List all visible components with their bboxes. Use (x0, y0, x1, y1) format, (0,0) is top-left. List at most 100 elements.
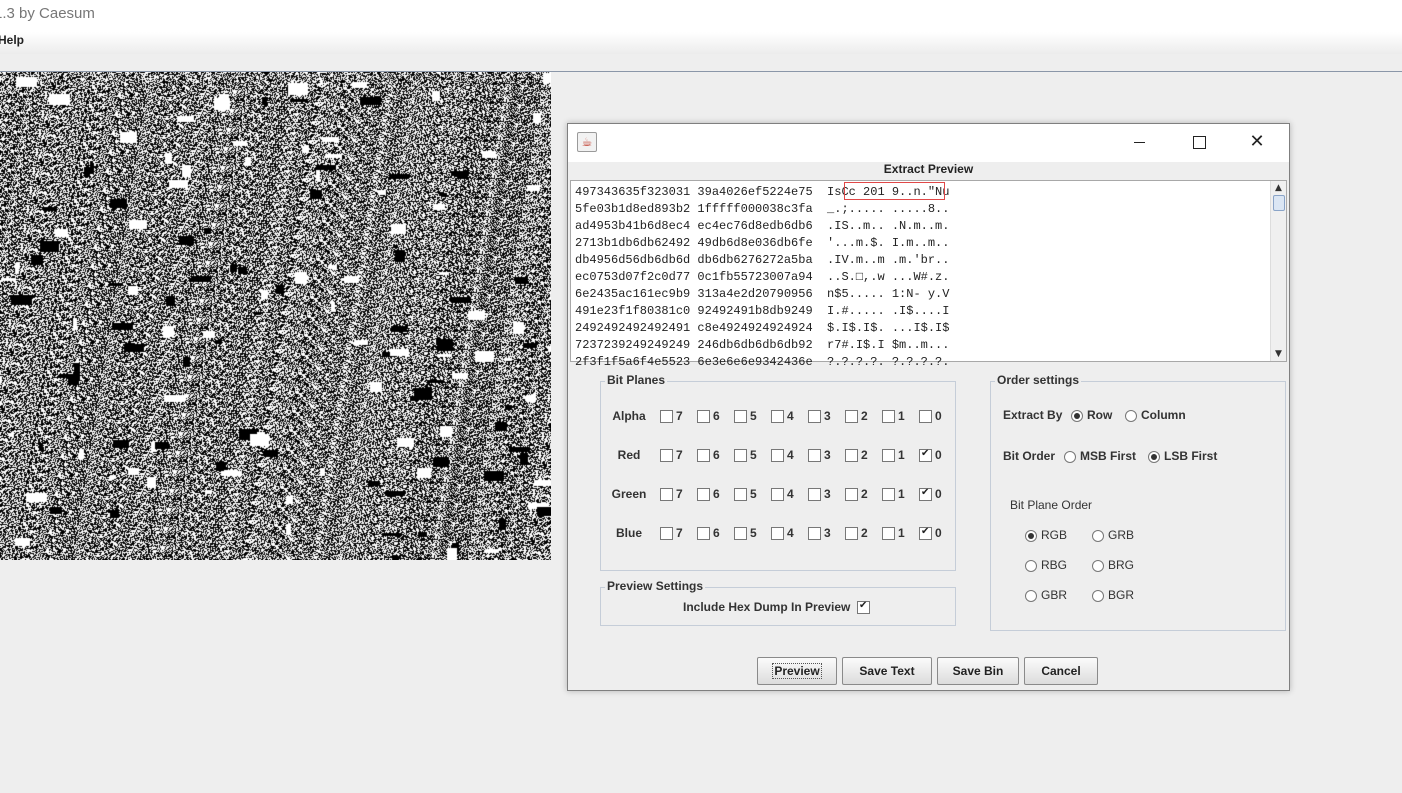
bit-checkbox-blue-1[interactable] (882, 527, 895, 540)
bit-label: 2 (861, 448, 868, 462)
order-settings-group: Order settings Extract By Row Column Bit… (990, 373, 1286, 631)
bit-label: 6 (713, 448, 720, 462)
bit-label: 2 (861, 409, 868, 423)
bit-checkbox-green-3[interactable] (808, 488, 821, 501)
bit-checkbox-blue-7[interactable] (660, 527, 673, 540)
extract-preview-dialog: ☕ ✕ Extract Preview 497343635f323031 39a… (567, 123, 1290, 691)
bit-checkbox-blue-3[interactable] (808, 527, 821, 540)
close-icon[interactable]: ✕ (1234, 128, 1280, 156)
java-icon: ☕ (577, 132, 597, 152)
bit-label: 4 (787, 526, 794, 540)
bit-checkbox-green-5[interactable] (734, 488, 747, 501)
bit-label: 7 (676, 526, 683, 540)
preview-line: ad4953b41b6d8ec4 ec4ec76d8edb6db6 .IS..m… (575, 219, 950, 233)
bit-checkbox-alpha-6[interactable] (697, 410, 710, 423)
scroll-up-icon[interactable]: ▲ (1271, 181, 1286, 195)
save-text-button[interactable]: Save Text (842, 657, 932, 685)
dialog-heading: Extract Preview (883, 162, 974, 176)
bit-plane-row-label-alpha: Alpha (612, 409, 646, 423)
extract-by-label: Extract By (1003, 408, 1063, 422)
bit-label: 0 (935, 487, 942, 501)
preview-line: 2f3f1f5a6f4e5523 6e3e6e6e9342436e ?.?.?.… (575, 355, 950, 369)
bit-label: 5 (750, 526, 757, 540)
bit-checkbox-blue-6[interactable] (697, 527, 710, 540)
bit-checkbox-green-2[interactable] (845, 488, 858, 501)
msb-first-label: MSB First (1080, 449, 1137, 463)
gbr-label: GBR (1041, 588, 1068, 602)
bit-label: 5 (750, 487, 757, 501)
menubar: Help (0, 32, 1402, 54)
bit-checkbox-red-4[interactable] (771, 449, 784, 462)
grb-radio[interactable] (1092, 530, 1104, 542)
order-settings-title: Order settings (995, 373, 1082, 387)
bit-checkbox-blue-2[interactable] (845, 527, 858, 540)
bit-label: 3 (824, 487, 831, 501)
scroll-down-icon[interactable]: ▼ (1271, 347, 1286, 361)
scroll-thumb[interactable] (1273, 195, 1285, 211)
bit-label: 1 (898, 487, 905, 501)
bit-checkbox-red-1[interactable] (882, 449, 895, 462)
bit-checkbox-red-6[interactable] (697, 449, 710, 462)
bit-checkbox-blue-4[interactable] (771, 527, 784, 540)
rbg-radio[interactable] (1025, 560, 1037, 572)
bit-checkbox-green-1[interactable] (882, 488, 895, 501)
extract-by-row-radio[interactable] (1071, 410, 1083, 422)
extract-by-column-radio[interactable] (1125, 410, 1137, 422)
preview-lines: 497343635f323031 39a4026ef5224e75 IsCc 2… (575, 184, 949, 371)
bit-checkbox-alpha-1[interactable] (882, 410, 895, 423)
cancel-button[interactable]: Cancel (1024, 657, 1098, 685)
preview-settings-group: Preview Settings Include Hex Dump In Pre… (600, 579, 956, 626)
save-text-button-label: Save Text (859, 664, 915, 678)
vertical-scrollbar[interactable]: ▲ ▼ (1270, 181, 1286, 361)
bit-label: 0 (935, 409, 942, 423)
bit-checkbox-blue-5[interactable] (734, 527, 747, 540)
bit-checkbox-alpha-2[interactable] (845, 410, 858, 423)
preview-line: 2713b1db6db62492 49db6d8e036db6fe '...m.… (575, 236, 950, 250)
bit-checkbox-green-7[interactable] (660, 488, 673, 501)
bit-checkbox-red-7[interactable] (660, 449, 673, 462)
bit-checkbox-green-6[interactable] (697, 488, 710, 501)
bit-checkbox-red-5[interactable] (734, 449, 747, 462)
bit-checkbox-alpha-4[interactable] (771, 410, 784, 423)
bit-checkbox-green-0[interactable] (919, 487, 932, 501)
bit-label: 2 (861, 487, 868, 501)
bit-label: 1 (898, 526, 905, 540)
bit-label: 7 (676, 487, 683, 501)
bit-label: 0 (935, 448, 942, 462)
bit-checkbox-alpha-3[interactable] (808, 410, 821, 423)
bit-order-label: Bit Order (1003, 449, 1056, 463)
bit-label: 6 (713, 526, 720, 540)
preview-button[interactable]: Preview (757, 657, 837, 685)
bit-checkbox-red-3[interactable] (808, 449, 821, 462)
lsb-first-radio[interactable] (1148, 451, 1160, 463)
gbr-radio[interactable] (1025, 590, 1037, 602)
save-bin-button[interactable]: Save Bin (937, 657, 1019, 685)
bit-checkbox-red-0[interactable] (919, 448, 932, 462)
bit-checkbox-red-2[interactable] (845, 449, 858, 462)
bit-label: 4 (787, 409, 794, 423)
bit-checkbox-alpha-5[interactable] (734, 410, 747, 423)
msb-first-radio[interactable] (1064, 451, 1076, 463)
bit-label: 5 (750, 409, 757, 423)
bit-checkbox-blue-0[interactable] (919, 526, 932, 540)
preview-line: 491e23f1f80381c0 92492491b8db9249 I.#...… (575, 304, 950, 318)
bit-label: 3 (824, 526, 831, 540)
maximize-icon[interactable] (1176, 128, 1222, 156)
bit-label: 7 (676, 409, 683, 423)
bgr-radio[interactable] (1092, 590, 1104, 602)
preview-text-area[interactable]: 497343635f323031 39a4026ef5224e75 IsCc 2… (570, 180, 1287, 369)
highlight-annotation (844, 182, 945, 200)
menu-help[interactable]: Help (0, 33, 24, 47)
bit-checkbox-alpha-0[interactable] (919, 410, 932, 423)
bit-checkbox-alpha-7[interactable] (660, 410, 673, 423)
rgb-radio[interactable] (1025, 530, 1037, 542)
minimize-icon[interactable] (1116, 128, 1162, 156)
cancel-button-label: Cancel (1041, 664, 1081, 678)
brg-radio[interactable] (1092, 560, 1104, 572)
hex-dump-checkbox[interactable] (857, 600, 870, 614)
bit-label: 2 (861, 526, 868, 540)
lsb-first-label: LSB First (1164, 449, 1218, 463)
bit-label: 4 (787, 448, 794, 462)
bit-checkbox-green-4[interactable] (771, 488, 784, 501)
bit-label: 1 (898, 409, 905, 423)
